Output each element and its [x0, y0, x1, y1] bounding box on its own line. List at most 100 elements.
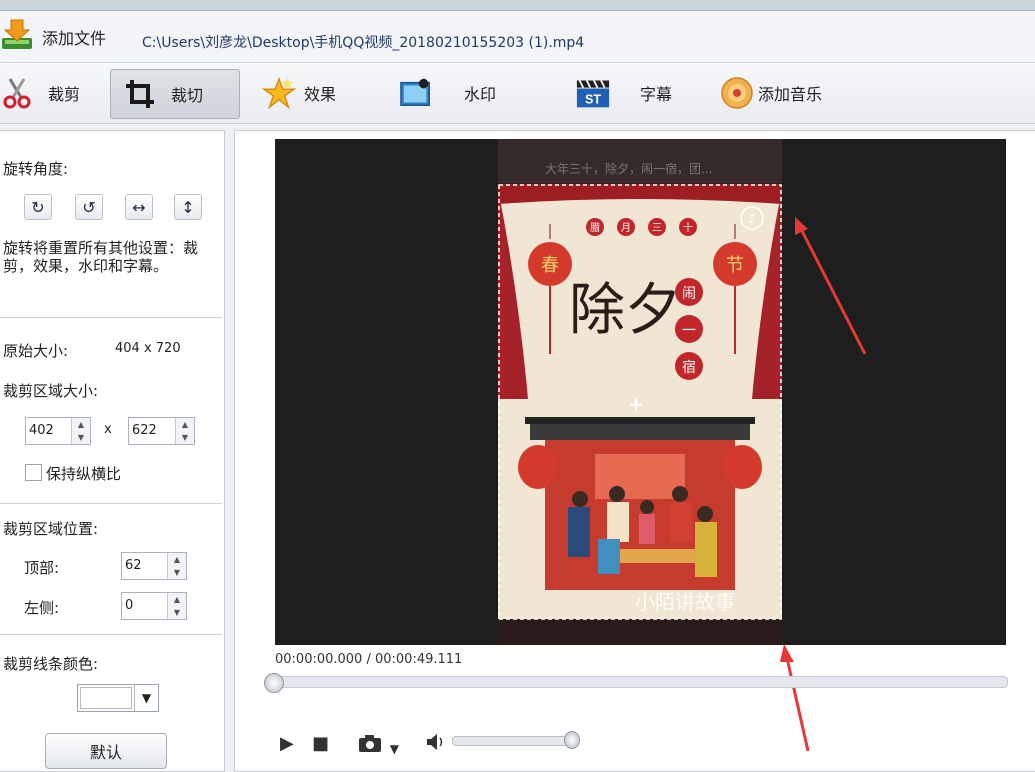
poster-watermark: 小陌讲故事 — [635, 590, 735, 614]
flip-horizontal-button[interactable]: ↔ — [125, 194, 153, 220]
speaker-icon — [425, 734, 447, 756]
crop-line-color-label: 裁剪线条颜色: — [3, 655, 99, 673]
crop-width-value: 402 — [29, 423, 54, 438]
spin-arrows[interactable]: ▲ ▼ — [175, 418, 194, 444]
down-arrow-icon[interactable]: ▼ — [168, 566, 186, 579]
crop-size-separator: x — [104, 422, 112, 437]
keep-ratio-label: 保持纵横比 — [46, 465, 122, 483]
tab-trim-label: 裁剪 — [48, 85, 81, 104]
left-label: 左侧: — [24, 599, 60, 617]
rotate-counterclockwise-button[interactable]: ↺ — [75, 194, 103, 220]
tab-effects-label: 效果 — [304, 85, 337, 104]
file-path: C:\Users\刘彦龙\Desktop\手机QQ视频_201802101552… — [142, 35, 585, 51]
volume-handle[interactable] — [564, 731, 580, 749]
keep-ratio-checkbox[interactable] — [25, 464, 42, 481]
annotation-arrow-bottom — [780, 644, 810, 751]
video-frame: 大年三十，除夕，闹一宿，团... 腊 月 三 十 春 节 除夕 闹 一 宿 ♪ … — [498, 139, 867, 645]
poster-title: 除夕 — [569, 278, 681, 343]
file-bar: 添加文件 C:\Users\刘彦龙\Desktop\手机QQ视频_2018021… — [0, 12, 1035, 63]
crop-width-stepper[interactable]: 402 ▲ ▼ — [25, 417, 91, 445]
camera-icon — [358, 735, 390, 758]
lantern-text: 春 — [541, 255, 559, 276]
main-toolbar: 裁剪 裁切 效果 水印 ST 字幕 添加音乐 — [0, 63, 1035, 124]
crop-line-color-picker[interactable]: ▼ — [77, 684, 159, 712]
poster-badge: 腊 — [590, 222, 600, 234]
svg-text:♪: ♪ — [748, 212, 756, 227]
up-arrow-icon[interactable]: ▲ — [176, 418, 194, 431]
tab-watermark-label: 水印 — [464, 85, 497, 104]
poster-badge: 月 — [621, 222, 631, 234]
default-button[interactable]: 默认 — [45, 733, 167, 769]
original-size-value: 404 x 720 — [115, 341, 181, 356]
music-disc-icon — [720, 76, 754, 110]
up-arrow-icon[interactable]: ▲ — [168, 593, 186, 606]
annotation-arrow-top — [795, 217, 867, 355]
tab-add-music[interactable]: 添加音乐 — [720, 69, 860, 117]
timecode: 00:00:00.000 / 00:00:49.111 — [275, 652, 463, 667]
watermark-icon — [400, 76, 434, 110]
up-arrow-icon[interactable]: ▲ — [168, 553, 186, 566]
title-bar-edge — [0, 0, 1035, 11]
poster-top-text: 大年三十，除夕，闹一宿，团... — [545, 161, 712, 176]
divider — [0, 317, 222, 318]
tab-effects[interactable]: 效果 — [262, 69, 372, 117]
divider — [0, 634, 222, 635]
add-file-button[interactable]: 添加文件 — [0, 18, 106, 56]
poster-badge: 十 — [683, 221, 693, 234]
left-offset-stepper[interactable]: 0 ▲ ▼ — [121, 592, 187, 620]
flip-vertical-icon: ↕ — [181, 197, 195, 217]
seek-handle[interactable] — [264, 673, 284, 693]
seek-bar[interactable] — [270, 676, 1008, 688]
poster-side-badge: 一 — [682, 323, 696, 339]
tab-trim[interactable]: 裁剪 — [0, 69, 100, 117]
flip-vertical-button[interactable]: ↕ — [174, 194, 202, 220]
add-file-label: 添加文件 — [42, 29, 107, 48]
chevron-down-icon[interactable]: ▼ — [134, 685, 158, 711]
chevron-down-icon[interactable]: ▼ — [390, 742, 399, 756]
svg-text:ST: ST — [585, 93, 601, 107]
crop-position-label: 裁剪区域位置: — [3, 520, 99, 538]
tab-subtitles[interactable]: ST 字幕 — [576, 69, 696, 117]
video-preview[interactable]: 大年三十，除夕，闹一宿，团... 腊 月 三 十 春 节 除夕 闹 一 宿 ♪ … — [275, 139, 1006, 645]
lantern-text: 节 — [726, 255, 744, 276]
poster-side-badge: 宿 — [682, 359, 696, 376]
flip-horizontal-icon: ↔ — [132, 197, 146, 217]
top-label: 顶部: — [24, 559, 60, 577]
volume-button[interactable] — [425, 733, 447, 756]
tab-watermark[interactable]: 水印 — [400, 69, 520, 117]
download-arrow-icon — [0, 18, 34, 56]
crop-icon — [123, 77, 157, 111]
left-offset-value: 0 — [125, 598, 134, 613]
poster-side-badge: 闹 — [682, 286, 696, 302]
top-offset-value: 62 — [125, 558, 142, 573]
spin-arrows[interactable]: ▲ ▼ — [167, 553, 186, 579]
crop-settings-panel: 旋转角度: ↻ ↺ ↔ ↕ 旋转将重置所有其他设置：裁剪，效果，水印和字幕。 原… — [0, 130, 225, 772]
crop-height-value: 622 — [132, 423, 157, 438]
tab-add-music-label: 添加音乐 — [758, 85, 823, 104]
crop-height-stepper[interactable]: 622 ▲ ▼ — [128, 417, 195, 445]
down-arrow-icon[interactable]: ▼ — [176, 431, 194, 444]
rotate-counterclockwise-icon: ↺ — [82, 197, 96, 217]
down-arrow-icon[interactable]: ▼ — [168, 606, 186, 619]
subtitle-st-icon: ST — [576, 76, 610, 110]
tab-subtitles-label: 字幕 — [640, 85, 673, 104]
rotate-angle-label: 旋转角度: — [3, 160, 69, 178]
rotate-note: 旋转将重置所有其他设置：裁剪，效果，水印和字幕。 — [3, 239, 199, 275]
snapshot-button[interactable]: ▼ — [358, 733, 399, 758]
scissors-icon — [0, 76, 34, 110]
crop-size-label: 裁剪区域大小: — [3, 382, 99, 400]
volume-slider[interactable] — [452, 736, 579, 746]
poster-badge: 三 — [652, 223, 662, 234]
color-swatch — [80, 687, 132, 709]
tab-crop[interactable]: 裁切 — [110, 69, 240, 119]
rotate-clockwise-button[interactable]: ↻ — [24, 194, 52, 220]
tab-crop-label: 裁切 — [171, 86, 204, 105]
rotate-clockwise-icon: ↻ — [31, 197, 45, 217]
top-offset-stepper[interactable]: 62 ▲ ▼ — [121, 552, 187, 580]
spin-arrows[interactable]: ▲ ▼ — [167, 593, 186, 619]
divider — [0, 503, 222, 504]
spin-arrows[interactable]: ▲ ▼ — [71, 418, 90, 444]
star-effect-icon — [262, 76, 296, 110]
down-arrow-icon[interactable]: ▼ — [72, 431, 90, 444]
up-arrow-icon[interactable]: ▲ — [72, 418, 90, 431]
